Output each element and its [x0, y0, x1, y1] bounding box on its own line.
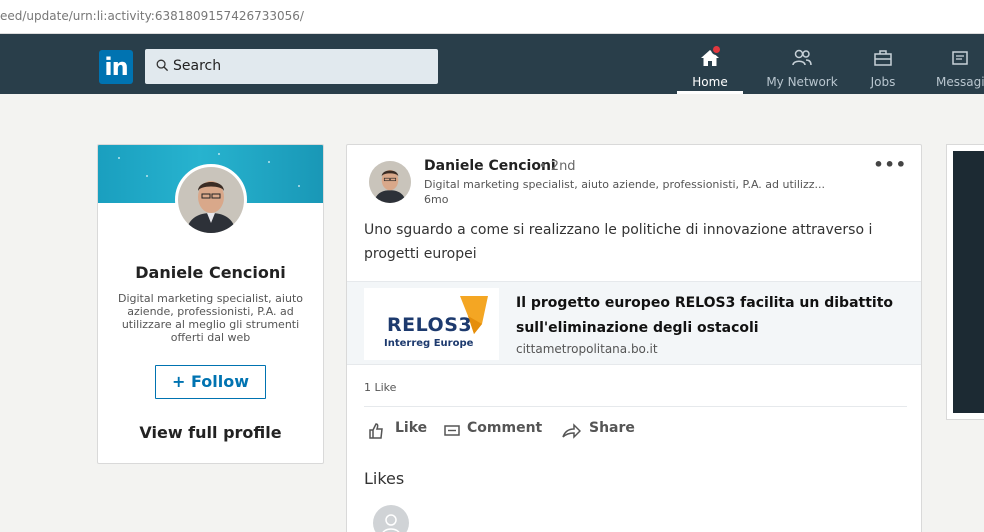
comment-label: Comment: [467, 420, 543, 436]
search-box[interactable]: Search: [145, 49, 438, 84]
person-icon: [382, 514, 400, 532]
nav-my-network-label: My Network: [766, 75, 838, 89]
author-name[interactable]: Daniele Cencioni: [424, 158, 556, 174]
more-options-button[interactable]: •••: [873, 155, 907, 174]
thumbs-up-icon: [369, 423, 383, 439]
link-domain: cittametropolitana.bo.it: [516, 342, 658, 356]
profile-avatar[interactable]: [175, 164, 247, 236]
linkedin-logo[interactable]: in: [99, 50, 133, 84]
nav-home-label: Home: [692, 75, 728, 89]
network-icon: [792, 49, 812, 66]
likes-heading: Likes: [364, 469, 405, 488]
liker-avatar[interactable]: [373, 505, 409, 532]
nav-my-network[interactable]: My Network: [760, 42, 844, 94]
top-nav: in Search Home My Network Jobs Messagi: [0, 34, 984, 94]
follow-button[interactable]: + Follow: [155, 365, 266, 399]
search-icon: [156, 59, 169, 72]
ad-card[interactable]: [946, 144, 984, 420]
profile-photo: [178, 167, 244, 233]
cover-dot: [298, 185, 300, 187]
nav-messaging[interactable]: Messagi: [932, 42, 984, 94]
cover-dot: [268, 161, 270, 163]
link-thumb-subtitle: Interreg Europe: [384, 338, 474, 349]
likes-count[interactable]: 1 Like: [364, 381, 396, 394]
connection-degree: • 2nd: [539, 159, 576, 174]
feed-post: Daniele Cencioni • 2nd Digital marketing…: [346, 144, 922, 532]
comment-button[interactable]: Comment: [443, 419, 553, 443]
post-time: 6mo: [424, 193, 449, 206]
cover-dot: [146, 175, 148, 177]
divider: [364, 406, 907, 407]
url-text: eed/update/urn:li:activity:6381809157426…: [0, 9, 304, 23]
briefcase-icon: [874, 50, 892, 66]
shared-link-card[interactable]: RELOS3 Interreg Europe Il progetto europ…: [347, 281, 921, 365]
profile-name[interactable]: Daniele Cencioni: [98, 263, 323, 282]
nav-home[interactable]: Home: [677, 42, 743, 94]
author-headline: Digital marketing specialist, aiuto azie…: [424, 178, 826, 191]
share-label: Share: [589, 420, 635, 436]
nav-jobs[interactable]: Jobs: [858, 42, 908, 94]
messaging-icon: [952, 51, 968, 65]
author-avatar[interactable]: [369, 161, 411, 203]
link-thumb-title: RELOS3: [387, 314, 473, 336]
cover-dot: [118, 157, 120, 159]
share-button[interactable]: Share: [561, 419, 641, 443]
address-bar[interactable]: eed/update/urn:li:activity:6381809157426…: [0, 0, 984, 34]
profile-description: Digital marketing specialist, aiuto azie…: [117, 292, 303, 344]
search-placeholder: Search: [173, 58, 222, 74]
link-title[interactable]: Il progetto europeo RELOS3 facilita un d…: [516, 291, 896, 341]
ad-banner: [953, 151, 984, 413]
post-text: Uno sguardo a come si realizzano le poli…: [364, 222, 873, 262]
like-label: Like: [395, 420, 428, 436]
profile-card: Daniele Cencioni Digital marketing speci…: [97, 144, 324, 464]
share-icon: [562, 423, 581, 439]
nav-jobs-label: Jobs: [870, 75, 896, 89]
comment-icon: [444, 425, 460, 436]
author-photo: [369, 161, 411, 203]
like-button[interactable]: Like: [367, 419, 437, 443]
nav-messaging-label: Messagi: [936, 75, 984, 89]
view-full-profile-link[interactable]: View full profile: [98, 423, 323, 442]
link-thumbnail: RELOS3 Interreg Europe: [364, 288, 499, 360]
cover-dot: [218, 153, 220, 155]
